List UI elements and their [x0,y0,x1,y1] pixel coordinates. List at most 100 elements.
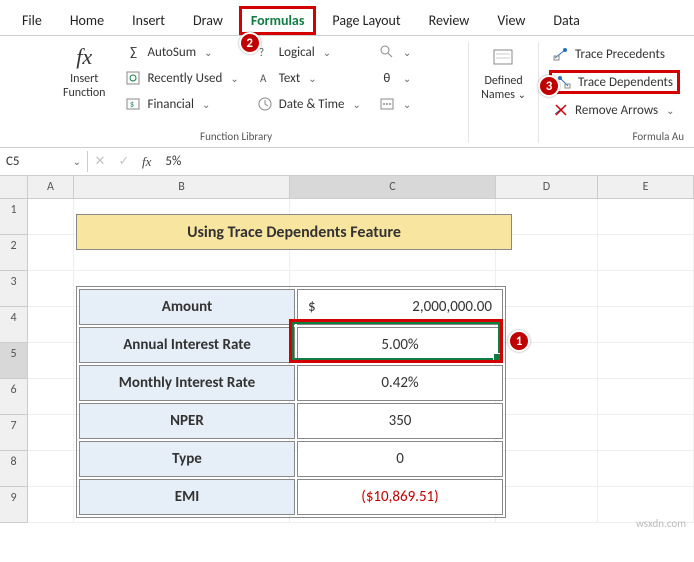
trace-dependents-button[interactable]: Trace Dependents 3 [549,70,680,94]
financial-icon: $ [125,96,141,112]
row-head-4[interactable]: 4 [0,307,28,343]
amount-value[interactable]: $2,000,000.00 [297,289,503,325]
table-row: Annual Interest Rate5.00% [79,327,503,363]
amount-label: Amount [79,289,295,325]
cell[interactable] [598,199,694,235]
clock-icon [257,96,273,112]
tab-page-layout[interactable]: Page Layout [320,6,412,35]
financial-label: Financial [147,97,194,112]
autosum-label: AutoSum [147,45,196,60]
row-head-5[interactable]: 5 [0,343,28,379]
cell[interactable] [28,451,74,487]
formula-bar-input[interactable]: 5% [157,151,694,172]
cell[interactable] [496,415,598,451]
row-head-6[interactable]: 6 [0,379,28,415]
cell[interactable] [598,343,694,379]
autosum-button[interactable]: ∑AutoSum⌄ [121,42,242,62]
cell[interactable] [598,415,694,451]
watermark: wsxdn.com [636,517,686,530]
tab-insert[interactable]: Insert [120,6,177,35]
math-button[interactable]: θ⌄ [375,68,415,88]
tab-file[interactable]: File [10,6,54,35]
cell[interactable] [28,379,74,415]
financial-button[interactable]: $Financial⌄ [121,94,242,114]
cell[interactable] [28,415,74,451]
col-head-a[interactable]: A [28,176,74,199]
monthly-rate-label: Monthly Interest Rate [79,365,295,401]
cell[interactable] [496,271,598,307]
cell[interactable] [598,451,694,487]
fx-button[interactable]: fx [136,154,157,170]
col-head-d[interactable]: D [496,176,598,199]
cell[interactable] [496,451,598,487]
col-head-b[interactable]: B [74,176,290,199]
cell[interactable] [28,235,74,271]
annual-rate-label: Annual Interest Rate [79,327,295,363]
cell[interactable] [28,487,74,523]
row-head-7[interactable]: 7 [0,415,28,451]
cell[interactable] [598,271,694,307]
logical-label: Logical [279,45,315,60]
cell[interactable] [28,343,74,379]
cell[interactable] [598,235,694,271]
cell[interactable] [496,487,598,523]
name-box[interactable]: C5⌄ [0,151,88,172]
row-head-3[interactable]: 3 [0,271,28,307]
cell[interactable] [598,379,694,415]
datetime-button[interactable]: Date & Time⌄ [253,94,365,114]
text-button[interactable]: AText⌄ [253,68,365,88]
cell[interactable] [28,271,74,307]
tab-review[interactable]: Review [417,6,482,35]
tab-view[interactable]: View [485,6,537,35]
chevron-down-icon: ⌄ [403,46,411,59]
row-head-8[interactable]: 8 [0,451,28,487]
logical-button[interactable]: ?Logical⌄ [253,42,365,62]
chevron-down-icon: ⌄ [230,72,238,85]
recently-used-button[interactable]: Recently Used⌄ [121,68,242,88]
row-head-1[interactable]: 1 [0,199,28,235]
emi-label: EMI [79,479,295,515]
group-defined-names: DefinedNames ⌄ [469,42,539,143]
cancel-formula-button[interactable]: ✕ [88,154,112,169]
formula-bar-row: C5⌄ ✕ ✓ fx 5% [0,148,694,176]
tab-draw[interactable]: Draw [181,6,235,35]
remove-arrows-button[interactable]: Remove Arrows⌄ [549,100,680,120]
defined-names-button[interactable]: DefinedNames ⌄ [475,42,532,105]
lookup-icon [379,44,395,60]
col-head-e[interactable]: E [598,176,694,199]
nper-value[interactable]: 350 [297,403,503,439]
cell[interactable] [28,307,74,343]
annual-rate-value[interactable]: 5.00% [297,327,503,363]
enter-formula-button[interactable]: ✓ [112,154,136,169]
trace-dependents-label: Trace Dependents [578,75,673,90]
monthly-rate-value[interactable]: 0.42% [297,365,503,401]
worksheet-area: A B C D E 1 2 3 4 5 6 7 8 9 Using Trace … [0,176,694,536]
lookup-button[interactable]: ⌄ [375,42,415,62]
callout-1: 1 [508,330,530,352]
col-head-c[interactable]: C [290,176,496,199]
emi-value[interactable]: ($10,869.51) [297,479,503,515]
type-value[interactable]: 0 [297,441,503,477]
more-functions-button[interactable]: ⌄ [375,94,415,114]
cell[interactable] [28,199,74,235]
trace-precedents-button[interactable]: Trace Precedents [549,44,680,64]
tab-formulas[interactable]: Formulas [239,6,317,35]
more-icon [379,96,395,112]
cell[interactable] [496,379,598,415]
tab-home[interactable]: Home [58,6,116,35]
x-icon: ✕ [95,154,106,169]
remove-arrows-label: Remove Arrows [575,103,658,118]
cell[interactable] [598,307,694,343]
tab-data[interactable]: Data [541,6,591,35]
chevron-down-icon: ⌄ [352,98,360,111]
chevron-down-icon: ⌄ [403,72,411,85]
insert-function-button[interactable]: fx InsertFunction [57,42,112,103]
text-label: Text [279,71,300,86]
select-all-corner[interactable] [0,176,28,199]
currency-symbol: $ [308,298,316,316]
chevron-down-icon: ⌄ [204,46,212,59]
row-head-9[interactable]: 9 [0,487,28,523]
trace-precedents-label: Trace Precedents [575,47,665,62]
row-head-2[interactable]: 2 [0,235,28,271]
title-band: Using Trace Dependents Feature [76,214,512,250]
